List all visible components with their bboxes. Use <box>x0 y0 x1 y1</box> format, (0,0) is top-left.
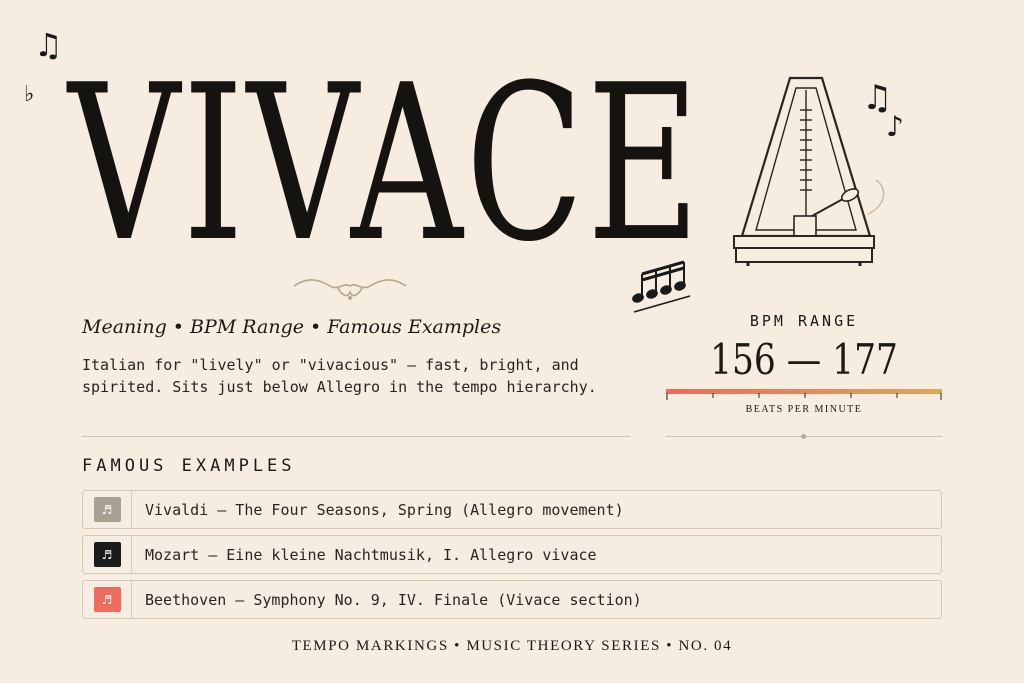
footer: TEMPO MARKINGS • MUSIC THEORY SERIES • N… <box>291 638 733 654</box>
examples-heading: FAMOUS EXAMPLES <box>82 456 296 476</box>
flourish-ornament-icon <box>293 279 407 300</box>
divider <box>82 436 630 437</box>
list-item[interactable]: ♬ Beethoven — Symphony No. 9, IV. Finale… <box>82 580 942 619</box>
music-sheet-icon: ♬ <box>93 587 121 612</box>
example-text: Beethoven — Symphony No. 9, IV. Finale (… <box>145 590 642 609</box>
list-item[interactable]: ♬ Mozart — Eine kleine Nachtmusik, I. Al… <box>82 535 942 574</box>
divider-dot <box>801 434 806 439</box>
music-sheet-icon: ♬ <box>93 497 121 522</box>
examples-list: ♬ Vivaldi — The Four Seasons, Spring (Al… <box>82 490 942 625</box>
list-item[interactable]: ♬ Vivaldi — The Four Seasons, Spring (Al… <box>82 490 942 529</box>
bpm-scale <box>666 389 942 400</box>
example-text: Vivaldi — The Four Seasons, Spring (Alle… <box>145 500 624 519</box>
bpm-value: 156 — 177 <box>710 335 898 384</box>
page-title: VIVACE <box>68 38 703 289</box>
thumbnail-cell: ♬ <box>83 581 132 618</box>
description: Italian for "lively" or "vivacious" — fa… <box>82 356 597 396</box>
metronome-icon <box>733 76 885 266</box>
example-text: Mozart — Eine kleine Nachtmusik, I. Alle… <box>145 545 597 564</box>
thumbnail-cell: ♬ <box>83 536 132 573</box>
bpm-caption: BEATS PER MINUTE <box>745 404 863 415</box>
beamed-notes-icon: ♫ <box>34 26 63 64</box>
running-notes-icon <box>632 260 691 313</box>
bpm-label: BPM RANGE <box>749 312 859 330</box>
thumbnail-cell: ♬ <box>83 491 132 528</box>
music-sheet-icon: ♬ <box>93 542 121 567</box>
flat-symbol-icon: ♭ <box>24 82 35 107</box>
subtitle: Meaning • BPM Range • Famous Examples <box>82 316 502 338</box>
